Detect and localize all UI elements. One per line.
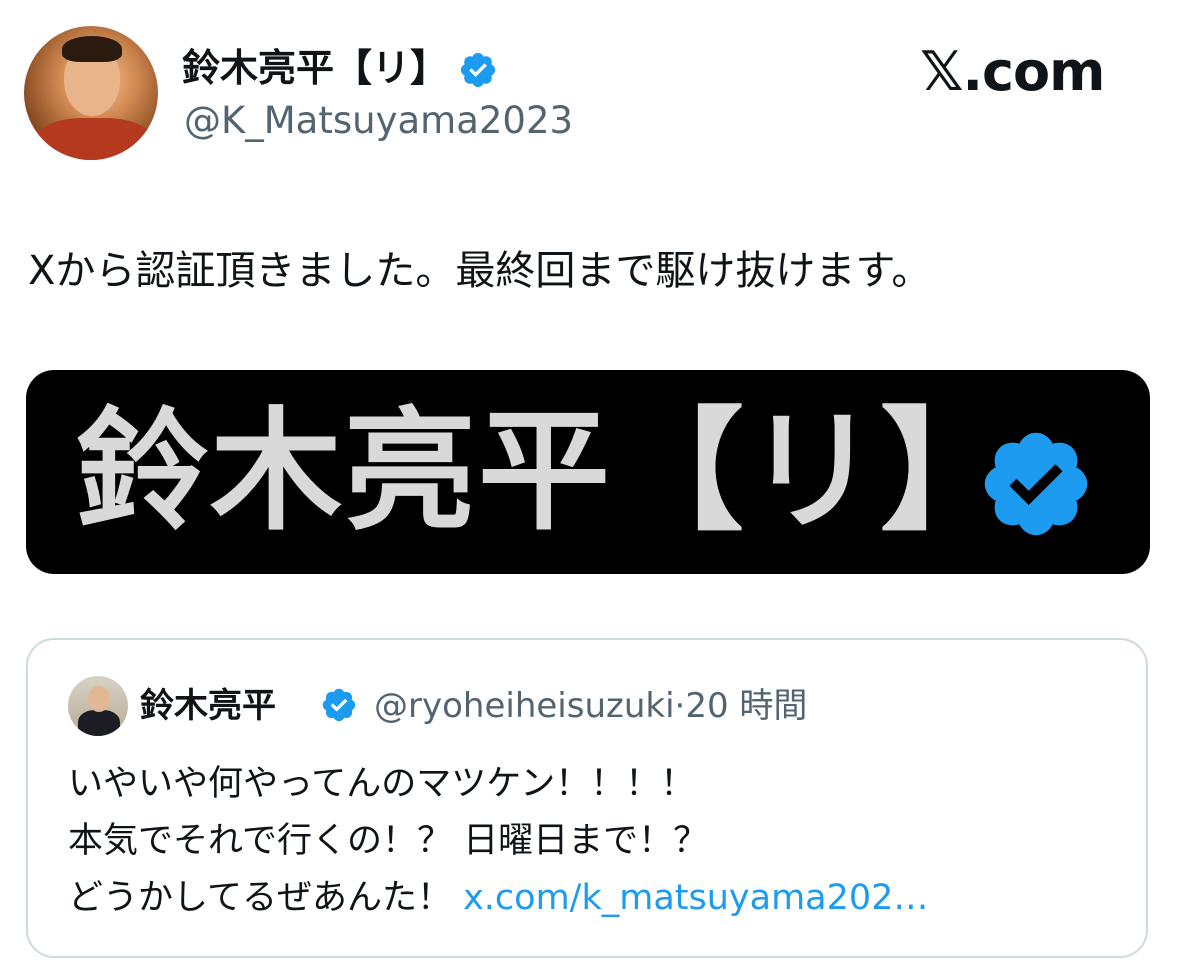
quote-meta: @ryoheiheisuzuki·20 時間	[374, 684, 807, 728]
quote-text-line: 本気でそれで行くの！？ 日曜日まで！？	[68, 821, 709, 861]
media-name-text: 鈴木亮平【リ】	[76, 395, 1014, 549]
quote-verified-badge-icon	[322, 688, 356, 722]
quote-separator: ·	[674, 686, 686, 726]
x-logo: 𝕏.com	[920, 40, 1105, 103]
author-avatar[interactable]	[24, 26, 158, 160]
quote-text-line-content: どうかしてるぜあんた！	[68, 878, 464, 918]
quote-link[interactable]: x.com/k_matsuyama202…	[463, 878, 928, 918]
quote-avatar-face-shape	[88, 686, 110, 712]
avatar-hair-shape	[62, 36, 122, 62]
tweet-media-image[interactable]: 鈴木亮平【リ】	[26, 370, 1150, 574]
author-display-name[interactable]: 鈴木亮平【リ】	[182, 44, 448, 92]
avatar-shirt-shape	[34, 118, 154, 160]
author-handle[interactable]: @K_Matsuyama2023	[184, 98, 573, 144]
quote-author-avatar[interactable]	[68, 676, 128, 736]
quote-text: いやいや何やってんのマツケン！！！！ 本気でそれで行くの！？ 日曜日まで！？ ど…	[68, 756, 928, 927]
quote-tweet-card[interactable]: 鈴木亮平 @ryoheiheisuzuki·20 時間 いやいや何やってんのマツ…	[26, 638, 1148, 958]
quote-author-display-name[interactable]: 鈴木亮平	[140, 684, 276, 728]
quote-text-line: どうかしてるぜあんた！ x.com/k_matsuyama202…	[68, 870, 928, 927]
quote-author-handle[interactable]: @ryoheiheisuzuki	[374, 686, 675, 726]
quote-avatar-body-shape	[78, 710, 120, 736]
quote-text-line: いやいや何やってんのマツケン！！！！	[68, 764, 696, 804]
media-verified-badge-icon	[984, 432, 1088, 536]
tweet-text: Xから認証頂きました。最終回まで駆け抜けます。	[28, 248, 932, 294]
quote-timestamp[interactable]: 20 時間	[685, 686, 807, 726]
verified-badge-icon	[460, 52, 496, 88]
